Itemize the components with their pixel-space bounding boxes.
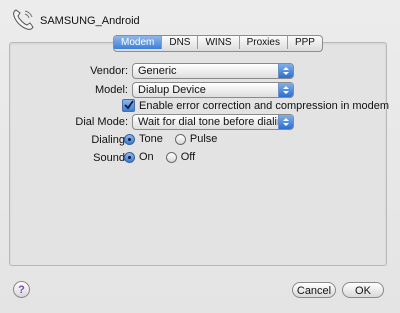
dial-mode-popup[interactable]: Wait for dial tone before dialing <box>132 114 294 130</box>
sound-label: Sound: <box>93 152 128 164</box>
sound-off-label: Off <box>180 151 196 163</box>
sound-on-radio[interactable] <box>124 151 135 163</box>
tab-modem[interactable]: Modem <box>114 36 162 49</box>
window-title: SAMSUNG_Android <box>40 15 140 27</box>
sound-radio-group: On Off <box>124 151 207 163</box>
dialing-tone-radio[interactable] <box>124 133 135 145</box>
dialing-label: Dialing: <box>91 134 128 146</box>
error-correction-label: Enable error correction and compression … <box>139 99 390 112</box>
tab-wins[interactable]: WINS <box>197 36 238 49</box>
modem-settings-sheet: SAMSUNG_Android Vendor: Generic Model: D… <box>0 0 400 313</box>
tab-ppp[interactable]: PPP <box>286 36 322 49</box>
popup-arrows-icon <box>278 83 293 97</box>
popup-arrows-icon <box>278 64 293 78</box>
dialing-pulse-label: Pulse <box>189 133 218 145</box>
tab-bar: Modem DNS WINS Proxies PPP <box>113 35 323 52</box>
ok-button[interactable]: OK <box>342 282 384 298</box>
popup-arrows-icon <box>278 115 293 129</box>
vendor-value: Generic <box>138 65 177 77</box>
tab-proxies[interactable]: Proxies <box>238 36 287 49</box>
dialing-pulse-radio[interactable] <box>174 133 186 145</box>
sound-off-radio[interactable] <box>165 151 177 163</box>
vendor-label: Vendor: <box>90 65 128 77</box>
error-correction-row[interactable]: Enable error correction and compression … <box>122 99 389 112</box>
help-button[interactable]: ? <box>13 281 30 298</box>
model-popup[interactable]: Dialup Device <box>132 82 294 98</box>
vendor-popup[interactable]: Generic <box>132 63 294 79</box>
error-correction-checkbox[interactable] <box>122 99 135 112</box>
model-value: Dialup Device <box>138 84 206 96</box>
sound-on-label: On <box>139 151 154 163</box>
cancel-button[interactable]: Cancel <box>292 282 336 298</box>
dialing-radio-group: Tone Pulse <box>124 133 229 145</box>
dialing-tone-label: Tone <box>139 133 163 145</box>
tab-dns[interactable]: DNS <box>161 36 197 49</box>
phone-icon <box>10 7 36 33</box>
model-label: Model: <box>94 84 128 96</box>
dial-mode-value: Wait for dial tone before dialing <box>138 116 290 128</box>
settings-panel: Vendor: Generic Model: Dialup Device Ena… <box>9 42 389 266</box>
dial-mode-label: Dial Mode: <box>75 116 128 128</box>
